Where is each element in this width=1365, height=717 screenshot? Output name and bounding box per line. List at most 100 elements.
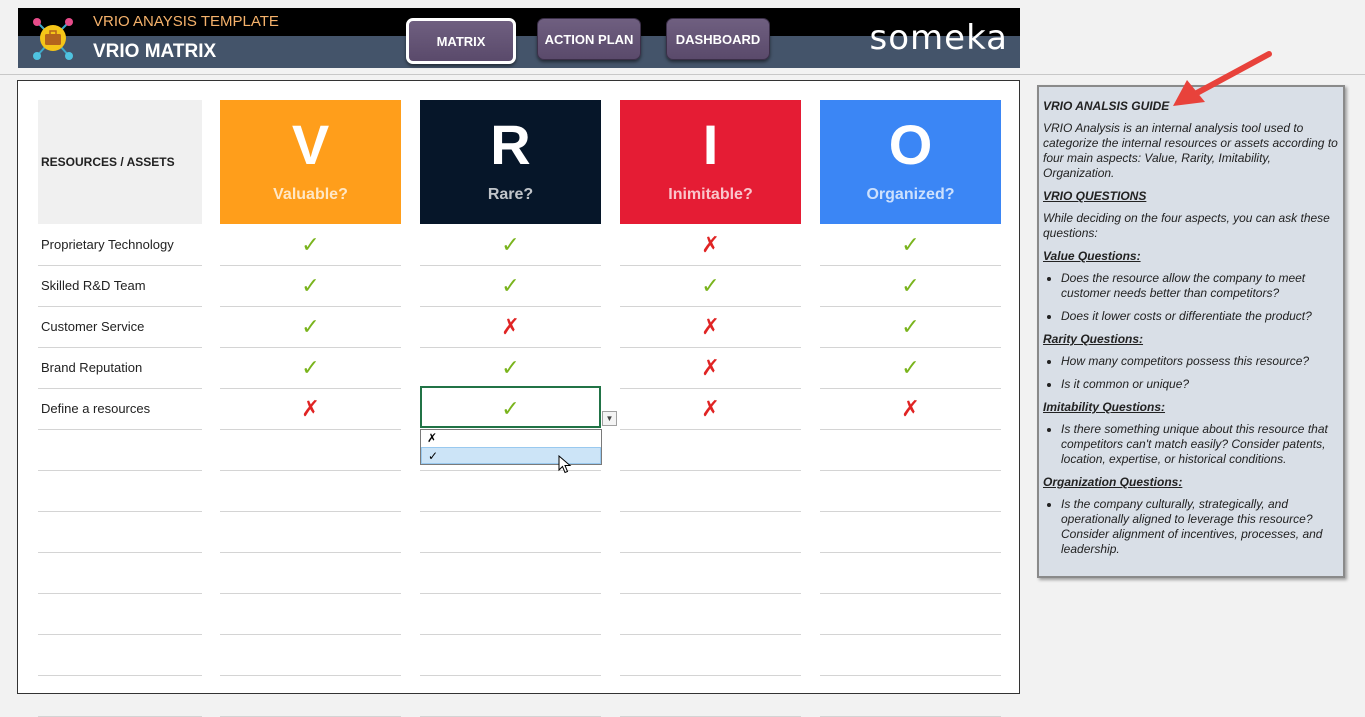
row-divider: [420, 552, 601, 553]
organization-questions-heading: Organization Questions:: [1043, 475, 1183, 489]
row-divider: [820, 429, 1001, 430]
vrio-matrix-sheet: RESOURCES / ASSETS V Valuable? R Rare? I…: [17, 80, 1020, 717]
mark-cell[interactable]: ✓: [420, 265, 601, 306]
briefcase-network-icon: [33, 18, 73, 60]
row-divider: [620, 552, 801, 553]
resource-label[interactable]: Proprietary Technology: [41, 224, 174, 265]
brand-logo: someka: [869, 18, 1008, 58]
resource-label[interactable]: Skilled R&D Team: [41, 265, 146, 306]
resource-label[interactable]: Customer Service: [41, 306, 144, 347]
dropdown-option-cross[interactable]: ✗: [421, 430, 601, 447]
row-divider: [620, 470, 801, 471]
row-divider: [220, 593, 401, 594]
column-letter: V: [291, 113, 330, 176]
resource-label[interactable]: Brand Reputation: [41, 347, 142, 388]
questions-heading: VRIO QUESTIONS: [1043, 189, 1147, 203]
row-divider: [420, 634, 601, 635]
row-divider: [38, 470, 202, 471]
mark-cell[interactable]: ✓: [820, 224, 1001, 265]
mark-cell[interactable]: ✗: [620, 224, 801, 265]
list-item: Is it common or unique?: [1061, 377, 1339, 392]
row-divider: [620, 429, 801, 430]
row-divider: [38, 552, 202, 553]
rare-column-header: R Rare?: [420, 100, 601, 224]
row-divider: [620, 634, 801, 635]
mark-cell[interactable]: ✓: [820, 347, 1001, 388]
app-header: VRIO ANAYSIS TEMPLATE VRIO MATRIX MATRIX…: [18, 8, 1020, 68]
mark-cell[interactable]: ✓: [220, 265, 401, 306]
mark-cell[interactable]: ✗: [220, 388, 401, 429]
row-divider: [38, 634, 202, 635]
row-divider: [620, 675, 801, 676]
mark-cell[interactable]: ✗: [620, 388, 801, 429]
column-letter: I: [702, 113, 719, 176]
row-divider: [38, 675, 202, 676]
mark-cell[interactable]: ✗: [820, 388, 1001, 429]
row-divider: [38, 593, 202, 594]
list-item: Does it lower costs or differentiate the…: [1061, 309, 1339, 324]
row-divider: [420, 511, 601, 512]
mouse-cursor-icon: [558, 455, 572, 474]
template-subtitle: VRIO ANAYSIS TEMPLATE: [93, 13, 279, 30]
mark-cell[interactable]: ✓: [620, 265, 801, 306]
organized-column-header: O Organized?: [820, 100, 1001, 224]
row-divider: [820, 470, 1001, 471]
value-questions-list: Does the resource allow the company to m…: [1043, 271, 1339, 324]
dashboard-button[interactable]: DASHBOARD: [666, 18, 770, 60]
matrix-button[interactable]: MATRIX: [406, 18, 516, 64]
dropdown-option-check[interactable]: ✓: [421, 447, 601, 464]
mark-cell[interactable]: ✗: [620, 347, 801, 388]
row-divider: [220, 634, 401, 635]
imitability-questions-list: Is there something unique about this res…: [1043, 422, 1339, 467]
organization-questions-list: Is the company culturally, strategically…: [1043, 497, 1339, 557]
mark-cell[interactable]: ✓: [220, 306, 401, 347]
page-title: VRIO MATRIX: [93, 41, 217, 62]
row-divider: [38, 511, 202, 512]
questions-intro: While deciding on the four aspects, you …: [1043, 211, 1330, 240]
value-questions-heading: Value Questions:: [1043, 249, 1141, 263]
rarity-questions-list: How many competitors possess this resour…: [1043, 354, 1339, 392]
row-divider: [220, 429, 401, 430]
row-divider: [820, 675, 1001, 676]
mark-cell[interactable]: ✓: [220, 224, 401, 265]
mark-cell[interactable]: ✓: [820, 306, 1001, 347]
row-divider: [220, 511, 401, 512]
row-divider: [420, 675, 601, 676]
header-divider: [0, 74, 1365, 75]
column-letter: O: [888, 113, 933, 176]
row-divider: [820, 511, 1001, 512]
list-item: Is the company culturally, strategically…: [1061, 497, 1339, 557]
dropdown-list: ✗ ✓: [420, 429, 602, 465]
mark-cell[interactable]: ✓: [820, 265, 1001, 306]
inimitable-column-header: I Inimitable?: [620, 100, 801, 224]
list-item: Is there something unique about this res…: [1061, 422, 1339, 467]
dropdown-arrow-button[interactable]: ▼: [602, 411, 617, 426]
rarity-questions-heading: Rarity Questions:: [1043, 332, 1144, 346]
row-divider: [220, 470, 401, 471]
action-plan-button[interactable]: ACTION PLAN: [537, 18, 641, 60]
column-question: Valuable?: [273, 186, 348, 203]
column-question: Organized?: [866, 186, 955, 203]
red-arrow-icon: [1173, 51, 1272, 106]
mark-cell[interactable]: ✓: [220, 347, 401, 388]
vrio-guide-panel: VRIO ANALSIS GUIDE VRIO Analysis is an i…: [1037, 85, 1345, 578]
row-divider: [420, 593, 601, 594]
imitability-questions-heading: Imitability Questions:: [1043, 400, 1166, 414]
mark-cell[interactable]: ✗: [620, 306, 801, 347]
mark-cell[interactable]: ✓: [420, 224, 601, 265]
list-item: Does the resource allow the company to m…: [1061, 271, 1339, 301]
row-divider: [820, 634, 1001, 635]
row-divider: [820, 593, 1001, 594]
column-question: Rare?: [487, 186, 534, 203]
row-divider: [620, 593, 801, 594]
mark-cell[interactable]: ✓: [420, 347, 601, 388]
row-divider: [220, 675, 401, 676]
row-divider: [420, 470, 601, 471]
resources-column-header: RESOURCES / ASSETS: [38, 100, 202, 224]
mark-cell[interactable]: ✗: [420, 306, 601, 347]
mark-cell[interactable]: ✓: [420, 388, 601, 429]
resource-label[interactable]: Define a resources: [41, 388, 150, 429]
row-divider: [220, 552, 401, 553]
row-divider: [38, 429, 202, 430]
column-question: Inimitable?: [668, 186, 753, 203]
